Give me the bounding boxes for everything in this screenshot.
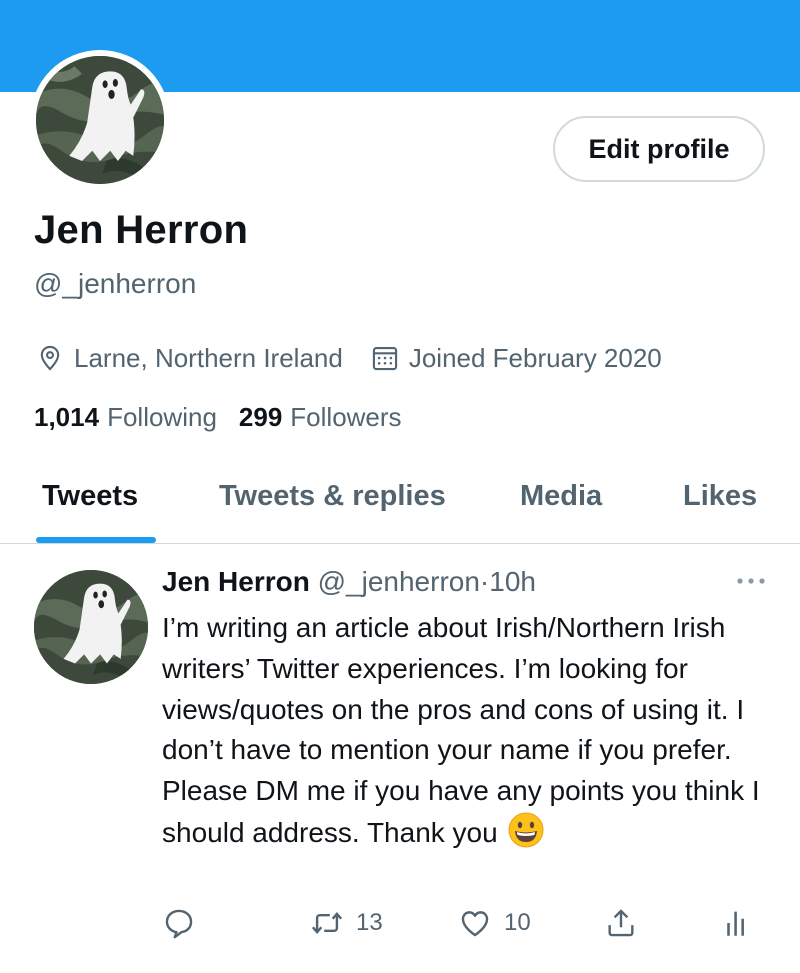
calendar-icon xyxy=(371,344,399,372)
profile-display-name: Jen Herron xyxy=(34,208,249,252)
retweet-count: 13 xyxy=(356,909,383,936)
reply-button[interactable] xyxy=(162,906,196,940)
tweet-time[interactable]: 10h xyxy=(489,566,536,597)
tweet-actions: 13 10 xyxy=(0,906,800,950)
followers-label: Followers xyxy=(290,402,402,432)
heart-icon xyxy=(458,906,492,940)
tweet-separator: · xyxy=(479,566,490,597)
reply-icon xyxy=(162,906,196,940)
share-icon xyxy=(604,906,638,940)
ghost-avatar-icon xyxy=(36,56,164,184)
analytics-button[interactable] xyxy=(720,906,754,940)
following-label: Following xyxy=(107,402,217,432)
follow-stats: 1,014 Following 299 Followers xyxy=(34,402,424,433)
active-tab-indicator xyxy=(36,537,156,543)
retweet-icon xyxy=(310,906,344,940)
ghost-avatar-small-icon xyxy=(34,570,148,684)
following-link[interactable]: 1,014 Following xyxy=(34,402,217,433)
tweet-text: I’m writing an article about Irish/North… xyxy=(162,612,760,848)
tweet-author-name[interactable]: Jen Herron xyxy=(162,566,310,597)
grinning-face-emoji-icon xyxy=(508,812,544,848)
followers-link[interactable]: 299 Followers xyxy=(239,402,402,433)
like-count: 10 xyxy=(504,909,531,936)
followers-count: 299 xyxy=(238,402,283,432)
profile-page: Edit profile Jen Herron @_jenherron Larn… xyxy=(0,0,800,973)
tab-tweets-replies[interactable]: Tweets & replies xyxy=(219,480,446,513)
profile-meta: Larne, Northern Ireland Joined February … xyxy=(36,340,662,376)
tab-tweets[interactable]: Tweets xyxy=(42,480,138,513)
profile-handle: @_jenherron xyxy=(34,268,197,299)
profile-location: Larne, Northern Ireland xyxy=(74,342,343,373)
location-pin-icon xyxy=(36,344,64,372)
tab-likes[interactable]: Likes xyxy=(683,480,757,513)
tweet-header: Jen Herron @_jenherron·10h xyxy=(162,566,536,598)
tweet-author-handle[interactable]: @_jenherron xyxy=(318,566,480,597)
more-options-icon[interactable] xyxy=(734,570,768,592)
profile-tabs: Tweets Tweets & replies Media Likes xyxy=(0,472,800,544)
edit-profile-button[interactable]: Edit profile xyxy=(553,116,765,182)
like-button[interactable]: 10 xyxy=(458,906,531,940)
share-button[interactable] xyxy=(604,906,638,940)
following-count: 1,014 xyxy=(34,402,100,432)
tweet-body: I’m writing an article about Irish/North… xyxy=(162,608,772,854)
profile-avatar[interactable] xyxy=(30,50,170,190)
tab-media[interactable]: Media xyxy=(520,480,602,513)
retweet-button[interactable]: 13 xyxy=(310,906,383,940)
tweet-author-avatar[interactable] xyxy=(34,570,148,684)
profile-joined-date: Joined February 2020 xyxy=(408,342,662,373)
analytics-icon xyxy=(720,906,754,940)
